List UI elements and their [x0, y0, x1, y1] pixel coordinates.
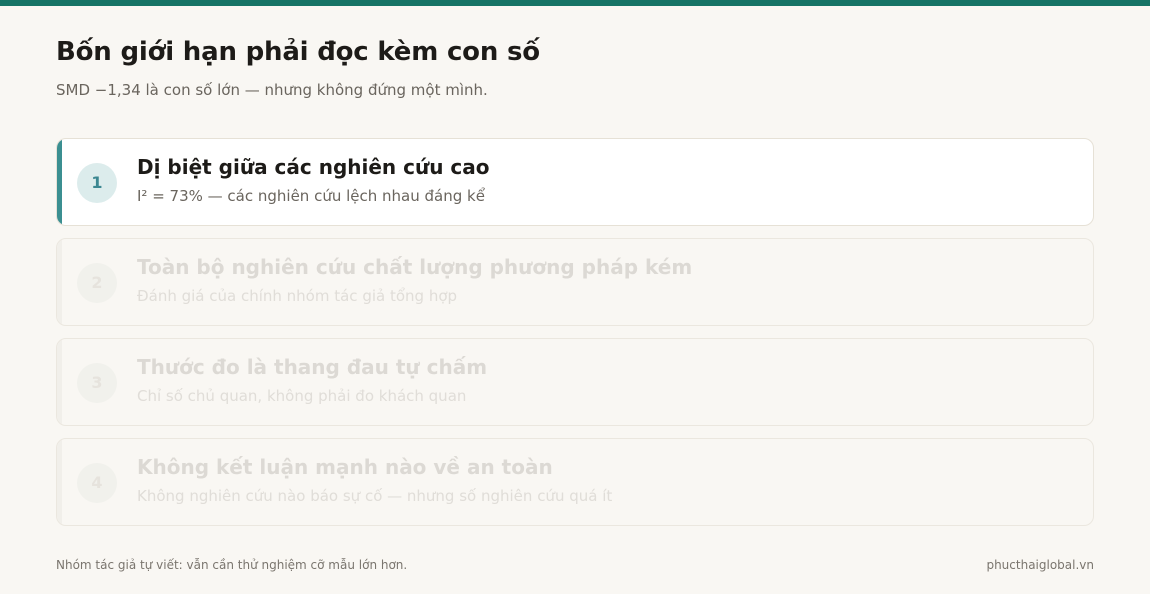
limitation-description: Không nghiên cứu nào báo sự cố — nhưng s…: [137, 487, 613, 505]
limitation-card-4[interactable]: 4 Không kết luận mạnh nào về an toàn Khô…: [56, 438, 1094, 526]
limitation-card-1[interactable]: 1 Dị biệt giữa các nghiên cứu cao I² = 7…: [56, 138, 1094, 226]
limitation-title: Dị biệt giữa các nghiên cứu cao: [137, 155, 490, 179]
limitation-description: I² = 73% — các nghiên cứu lệch nhau đáng…: [137, 187, 485, 205]
limitation-number-badge: 1: [77, 163, 117, 203]
page-title: Bốn giới hạn phải đọc kèm con số: [56, 37, 540, 67]
limitation-number-badge: 3: [77, 363, 117, 403]
limitation-card-2[interactable]: 2 Toàn bộ nghiên cứu chất lượng phương p…: [56, 238, 1094, 326]
page-subtitle: SMD −1,34 là con số lớn — nhưng không đứ…: [56, 81, 488, 99]
limitation-description: Chỉ số chủ quan, không phải đo khách qua…: [137, 387, 467, 405]
footer-note: Nhóm tác giả tự viết: vẫn cần thử nghiệm…: [56, 558, 408, 572]
limitation-title: Toàn bộ nghiên cứu chất lượng phương phá…: [137, 255, 693, 279]
limitation-number-badge: 4: [77, 463, 117, 503]
limitation-list: 1 Dị biệt giữa các nghiên cứu cao I² = 7…: [56, 138, 1094, 538]
limitation-title: Không kết luận mạnh nào về an toàn: [137, 455, 553, 479]
slide: Bốn giới hạn phải đọc kèm con số SMD −1,…: [56, 0, 1094, 594]
footer-brand: phucthaiglobal.vn: [986, 558, 1094, 572]
limitation-number-badge: 2: [77, 263, 117, 303]
limitation-description: Đánh giá của chính nhóm tác giả tổng hợp: [137, 287, 458, 305]
limitation-card-3[interactable]: 3 Thước đo là thang đau tự chấm Chỉ số c…: [56, 338, 1094, 426]
limitation-title: Thước đo là thang đau tự chấm: [137, 355, 488, 379]
